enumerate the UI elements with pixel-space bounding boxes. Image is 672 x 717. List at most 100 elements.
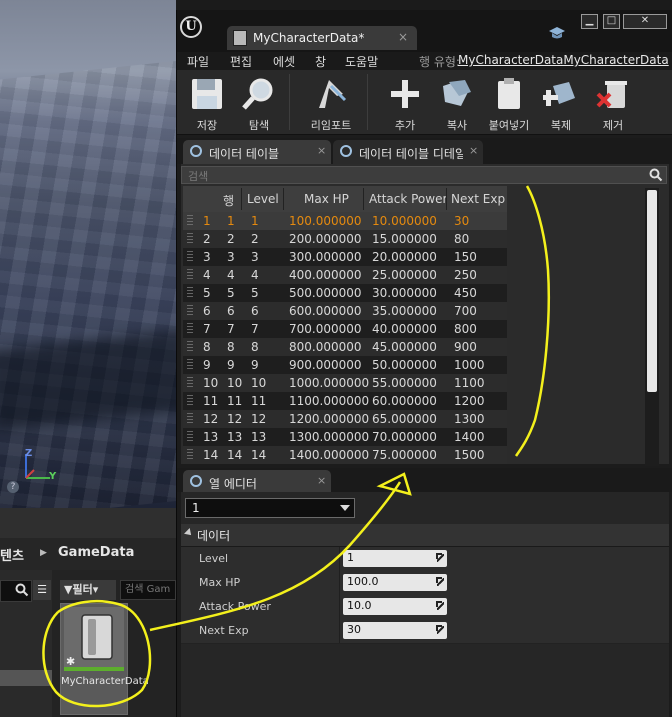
asset-search-input[interactable]: 검색 Gam [120, 580, 176, 600]
property-value-input[interactable]: 1 [343, 550, 447, 567]
table-row[interactable]: 1 1 1 100.000000 10.000000 30 [183, 212, 507, 230]
breadcrumb-parent[interactable]: 텐츠 [0, 545, 24, 564]
header-max-hp[interactable]: Max HP [304, 192, 349, 206]
reimport-button[interactable]: 리임포트 [305, 74, 357, 132]
row-drag-handle-icon[interactable] [187, 449, 193, 461]
property-value-input[interactable]: 30 [343, 622, 447, 639]
duplicate-button[interactable]: 복제 [535, 74, 587, 132]
header-next-exp[interactable]: Next Exp [451, 192, 505, 206]
table-search-input[interactable]: 검색 [181, 166, 667, 184]
window-title-bar[interactable]: U MyCharacterData* × ▁ □ ✕ [177, 10, 672, 52]
minimize-button[interactable]: ▁ [581, 14, 598, 29]
row-select-dropdown[interactable]: 1 [185, 498, 355, 518]
menu-file[interactable]: 파일 [187, 53, 209, 70]
close-icon[interactable]: × [317, 474, 326, 487]
table-row[interactable]: 14 14 14 1400.000000 75.000000 1500 [183, 446, 507, 464]
property-value-input[interactable]: 10.0 [343, 598, 447, 615]
document-tab[interactable]: MyCharacterData* × [227, 26, 417, 50]
tab-column-editor[interactable]: 열 에디터 × [183, 470, 331, 494]
table-cell: 35.000000 [372, 304, 437, 318]
row-drag-handle-icon[interactable] [187, 359, 193, 371]
row-drag-handle-icon[interactable] [187, 215, 193, 227]
table-row[interactable]: 7 7 7 700.000000 40.000000 800 [183, 320, 507, 338]
asset-tile-mycharacterdata[interactable]: ✱ MyCharacterData [60, 603, 149, 715]
row-drag-handle-icon[interactable] [187, 323, 193, 335]
table-cell: 1000.000000 [289, 376, 370, 390]
table-row[interactable]: 3 3 3 300.000000 20.000000 150 [183, 248, 507, 266]
data-table-icon [233, 30, 247, 46]
table-cell: 200.000000 [289, 232, 362, 246]
table-row[interactable]: 8 8 8 800.000000 45.000000 900 [183, 338, 507, 356]
header-row-name[interactable]: 행 이름 [223, 192, 237, 209]
row-drag-handle-icon[interactable] [187, 377, 193, 389]
property-value-input[interactable]: 100.0 [343, 574, 447, 591]
table-cell: 7 [203, 322, 211, 336]
row-drag-handle-icon[interactable] [187, 269, 193, 281]
tab-data-table[interactable]: 데이터 테이블 × [183, 140, 331, 164]
table-scrollbar[interactable] [647, 190, 657, 392]
table-row[interactable]: 6 6 6 600.000000 35.000000 700 [183, 302, 507, 320]
row-type-link[interactable]: MyCharacterDataMyCharacterData [458, 53, 669, 67]
row-drag-handle-icon[interactable] [187, 395, 193, 407]
row-drag-handle-icon[interactable] [187, 413, 193, 425]
table-row[interactable]: 2 2 2 200.000000 15.000000 80 [183, 230, 507, 248]
menu-help[interactable]: 도움말 [345, 53, 378, 70]
row-drag-handle-icon[interactable] [187, 305, 193, 317]
table-cell: 4 [251, 268, 259, 282]
viewport-help-icon[interactable]: ? [7, 481, 19, 493]
table-cell: 30 [454, 214, 470, 228]
property-divider [339, 547, 340, 571]
close-icon[interactable]: × [317, 144, 326, 157]
header-level[interactable]: Level [247, 192, 279, 206]
row-drag-handle-icon[interactable] [187, 251, 193, 263]
graduation-cap-icon[interactable] [548, 24, 566, 42]
close-icon[interactable]: × [398, 30, 408, 44]
paste-button[interactable]: 붙여넣기 [483, 74, 535, 132]
filter-button[interactable]: ▼필터▾ [60, 580, 116, 600]
filter-label: 필터 [72, 583, 93, 596]
row-drag-handle-icon[interactable] [187, 287, 193, 299]
menu-window[interactable]: 창 [315, 53, 326, 70]
maximize-button[interactable]: □ [603, 14, 620, 29]
table-cell: 5 [227, 286, 235, 300]
breadcrumb-current-folder[interactable]: GameData [58, 545, 134, 560]
table-cell: 1200.000000 [289, 412, 370, 426]
tab-data-table-details[interactable]: 데이터 테이블 디테일 × [333, 140, 483, 164]
level-viewport[interactable]: Z Y ? [0, 0, 176, 508]
close-icon[interactable]: × [469, 144, 478, 157]
copy-button[interactable]: 복사 [431, 74, 483, 132]
table-row[interactable]: 12 12 12 1200.000000 65.000000 1300 [183, 410, 507, 428]
row-drag-handle-icon[interactable] [187, 233, 193, 245]
remove-row-button[interactable]: 제거 [587, 74, 639, 132]
table-row[interactable]: 11 11 11 1100.000000 60.000000 1200 [183, 392, 507, 410]
table-cell: 8 [227, 340, 235, 354]
list-view-button[interactable]: ☰ [33, 580, 51, 600]
table-cell: 25.000000 [372, 268, 437, 282]
table-row[interactable]: 9 9 9 900.000000 50.000000 1000 [183, 356, 507, 374]
sources-search-input[interactable] [0, 580, 32, 602]
save-button[interactable]: 저장 [181, 74, 233, 132]
floppy-disk-icon [192, 79, 222, 109]
expand-arrow-icon [436, 601, 444, 610]
property-value: 1 [347, 551, 354, 564]
row-drag-handle-icon[interactable] [187, 341, 193, 353]
close-window-button[interactable]: ✕ [623, 14, 667, 29]
row-drag-handle-icon[interactable] [187, 431, 193, 443]
table-row[interactable]: 4 4 4 400.000000 25.000000 250 [183, 266, 507, 284]
add-row-button[interactable]: 추가 [379, 74, 431, 132]
browse-button[interactable]: 탐색 [233, 74, 285, 132]
axis-y-label: Y [49, 471, 57, 482]
table-row[interactable]: 13 13 13 1300.000000 70.000000 1400 [183, 428, 507, 446]
duplicate-label: 복제 [550, 119, 572, 132]
data-section-header[interactable]: 데이터 [181, 524, 669, 547]
table-row[interactable]: 10 10 10 1000.000000 55.000000 1100 [183, 374, 507, 392]
table-cell: 3 [203, 250, 211, 264]
sources-selected-item[interactable] [0, 670, 52, 686]
breadcrumb-chevron-icon[interactable]: ▶ [40, 548, 47, 558]
menu-edit[interactable]: 편집 [230, 53, 252, 70]
table-row[interactable]: 5 5 5 500.000000 30.000000 450 [183, 284, 507, 302]
table-cell: 5 [251, 286, 259, 300]
menu-asset[interactable]: 에셋 [273, 53, 295, 70]
header-attack-power[interactable]: Attack Power [369, 192, 447, 206]
table-cell: 10 [227, 376, 243, 390]
